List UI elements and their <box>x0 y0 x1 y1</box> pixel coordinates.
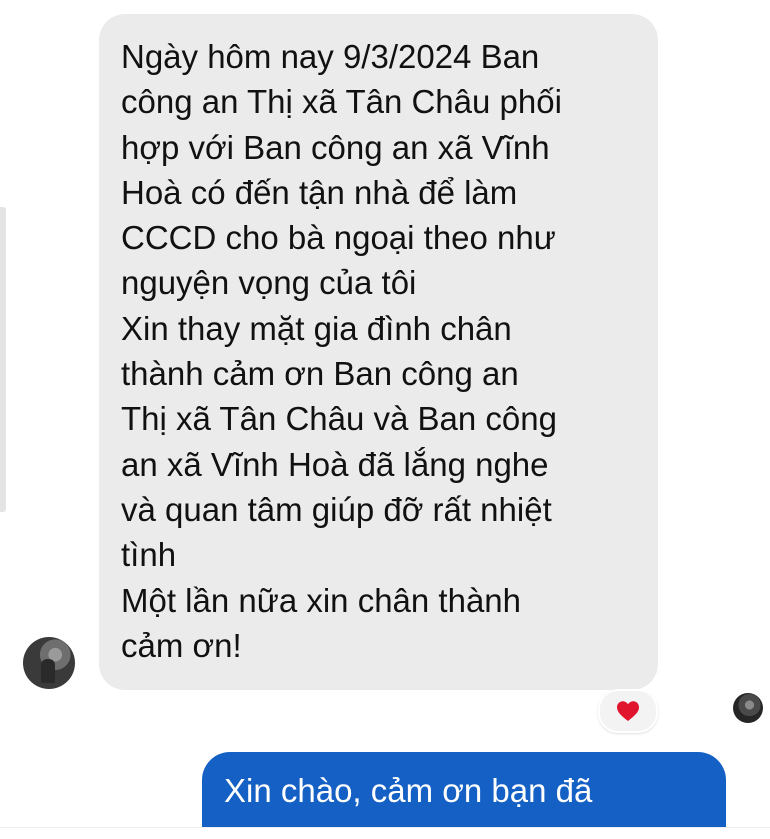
message-line: tình <box>121 536 177 574</box>
message-line: thành cảm ơn Ban công an <box>121 355 519 393</box>
message-line: Hoà có đến tận nhà để làm <box>121 173 518 211</box>
chat-screen: Ngày hôm nay 9/3/2024 Ban công an Thị xã… <box>0 0 770 839</box>
message-line: nguyện vọng của tôi <box>121 264 417 302</box>
seen-indicator-avatar <box>733 693 763 723</box>
outgoing-message-bubble[interactable]: Xin chào, cảm ơn bạn đã <box>202 752 726 839</box>
bottom-edge <box>0 827 770 839</box>
sender-avatar[interactable] <box>23 637 75 689</box>
message-line: an xã Vĩnh Hoà đã lắng nghe <box>121 445 549 483</box>
message-line: và quan tâm giúp đỡ rất nhiệt <box>121 490 552 528</box>
avatar-figure <box>41 659 55 683</box>
message-line: công an Thị xã Tân Châu phối <box>121 83 562 121</box>
message-line: CCCD cho bà ngoại theo như <box>121 219 556 257</box>
message-line: Thị xã Tân Châu và Ban công <box>121 400 557 438</box>
heart-icon <box>617 701 639 721</box>
incoming-message-bubble[interactable]: Ngày hôm nay 9/3/2024 Ban công an Thị xã… <box>99 14 658 690</box>
message-line: hợp với Ban công an xã Vĩnh <box>121 128 550 166</box>
reaction-badge[interactable] <box>598 689 658 733</box>
message-text: Xin chào, cảm ơn bạn đã <box>224 772 593 809</box>
message-line: cảm ơn! <box>121 626 242 664</box>
message-line: Một lần nữa xin chân thành <box>121 581 522 619</box>
message-line: Xin thay mặt gia đình chân <box>121 309 512 347</box>
message-line: Ngày hôm nay 9/3/2024 Ban <box>121 38 540 75</box>
scroll-edge-indicator <box>0 207 6 512</box>
